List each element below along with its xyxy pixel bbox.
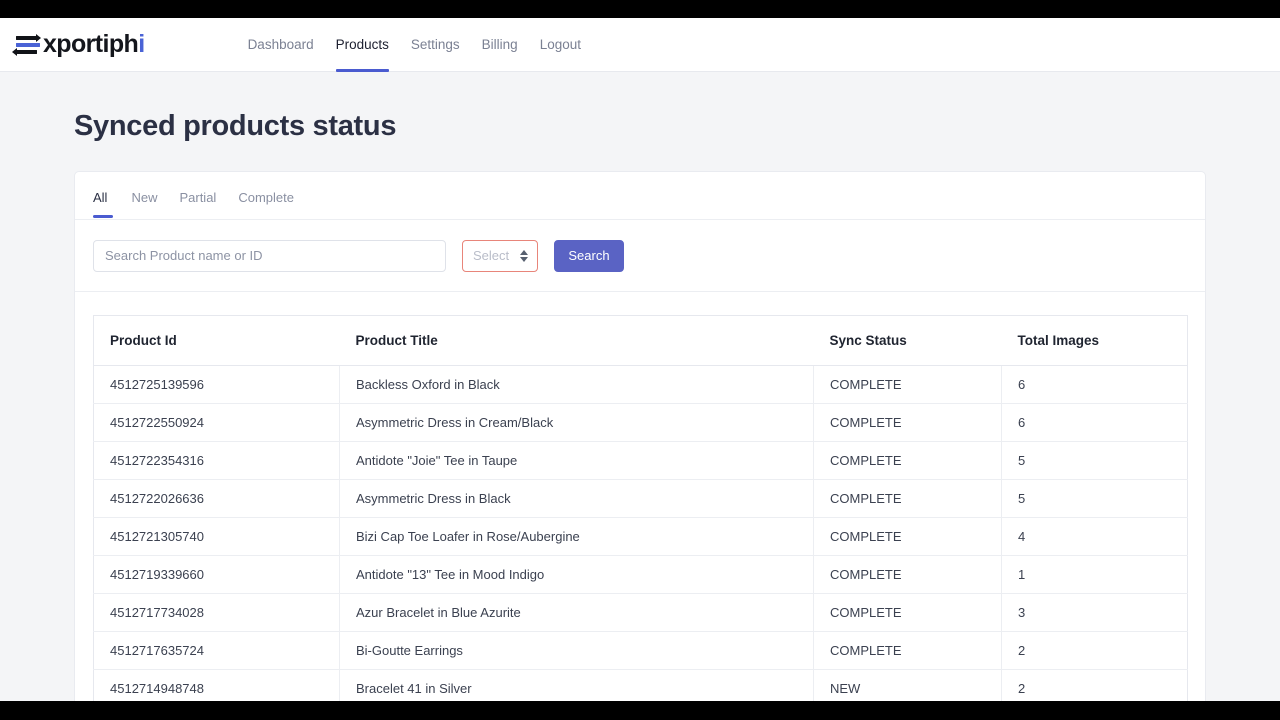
table-row[interactable]: 4512714948748 Bracelet 41 in Silver NEW … [94, 670, 1188, 702]
table-row[interactable]: 4512717734028 Azur Bracelet in Blue Azur… [94, 594, 1188, 632]
tab-partial[interactable]: Partial [168, 172, 227, 220]
table-row[interactable]: 4512722354316 Antidote "Joie" Tee in Tau… [94, 442, 1188, 480]
nav-item-logout[interactable]: Logout [529, 18, 592, 72]
status-filter-tabs: All New Partial Complete [75, 172, 1205, 220]
products-table-area: Product Id Product Title Sync Status Tot… [75, 292, 1205, 701]
cell-sync-status: COMPLETE [814, 480, 1002, 518]
status-select[interactable]: Select [462, 240, 538, 272]
cell-total-images: 2 [1002, 632, 1188, 670]
brand-name-suffix: i [138, 30, 144, 58]
page-content: Synced products status All New Partial C… [0, 110, 1280, 701]
table-row[interactable]: 4512722026636 Asymmetric Dress in Black … [94, 480, 1188, 518]
cell-sync-status: NEW [814, 670, 1002, 702]
table-row[interactable]: 4512725139596 Backless Oxford in Black C… [94, 366, 1188, 404]
column-header-sync-status: Sync Status [814, 316, 1002, 366]
cell-product-id: 4512717734028 [94, 594, 340, 632]
brand-logo[interactable]: xportiphi [16, 18, 145, 72]
top-letterbox-bar [0, 0, 1280, 18]
cell-product-title: Antidote "13" Tee in Mood Indigo [340, 556, 814, 594]
nav-item-label: Dashboard [248, 37, 314, 52]
cell-product-id: 4512722354316 [94, 442, 340, 480]
export-arrows-icon [16, 35, 42, 55]
cell-sync-status: COMPLETE [814, 632, 1002, 670]
cell-sync-status: COMPLETE [814, 594, 1002, 632]
cell-product-id: 4512722550924 [94, 404, 340, 442]
cell-product-title: Bracelet 41 in Silver [340, 670, 814, 702]
nav-item-settings[interactable]: Settings [400, 18, 471, 72]
products-card: All New Partial Complete [74, 171, 1206, 701]
tab-complete[interactable]: Complete [227, 172, 305, 220]
cell-product-id: 4512721305740 [94, 518, 340, 556]
nav-links: Dashboard Products Settings Billing Logo… [237, 18, 592, 72]
cell-total-images: 6 [1002, 404, 1188, 442]
top-navbar: xportiphi Dashboard Products Settings Bi… [0, 18, 1280, 72]
cell-sync-status: COMPLETE [814, 366, 1002, 404]
table-body: 4512725139596 Backless Oxford in Black C… [94, 366, 1188, 702]
cell-product-title: Azur Bracelet in Blue Azurite [340, 594, 814, 632]
table-header-row: Product Id Product Title Sync Status Tot… [94, 316, 1188, 366]
cell-product-title: Antidote "Joie" Tee in Taupe [340, 442, 814, 480]
tab-new[interactable]: New [120, 172, 168, 220]
search-button[interactable]: Search [554, 240, 624, 272]
products-table: Product Id Product Title Sync Status Tot… [93, 315, 1188, 701]
screen: xportiphi Dashboard Products Settings Bi… [0, 0, 1280, 720]
cell-total-images: 5 [1002, 442, 1188, 480]
cell-total-images: 5 [1002, 480, 1188, 518]
cell-product-id: 4512717635724 [94, 632, 340, 670]
brand-name: xportiphi [43, 32, 145, 57]
column-header-product-id: Product Id [94, 316, 340, 366]
table-row[interactable]: 4512722550924 Asymmetric Dress in Cream/… [94, 404, 1188, 442]
nav-item-label: Billing [482, 37, 518, 52]
cell-total-images: 3 [1002, 594, 1188, 632]
table-head: Product Id Product Title Sync Status Tot… [94, 316, 1188, 366]
cell-product-id: 4512714948748 [94, 670, 340, 702]
tab-label: Complete [238, 190, 294, 205]
nav-item-label: Products [336, 37, 389, 52]
cell-product-title: Asymmetric Dress in Black [340, 480, 814, 518]
cell-product-title: Asymmetric Dress in Cream/Black [340, 404, 814, 442]
cell-sync-status: COMPLETE [814, 442, 1002, 480]
cell-product-title: Bizi Cap Toe Loafer in Rose/Aubergine [340, 518, 814, 556]
browser-viewport: xportiphi Dashboard Products Settings Bi… [0, 18, 1280, 701]
cell-product-id: 4512725139596 [94, 366, 340, 404]
cell-total-images: 4 [1002, 518, 1188, 556]
nav-item-label: Settings [411, 37, 460, 52]
table-row[interactable]: 4512719339660 Antidote "13" Tee in Mood … [94, 556, 1188, 594]
bottom-letterbox-bar [0, 701, 1280, 720]
cell-total-images: 6 [1002, 366, 1188, 404]
nav-item-products[interactable]: Products [325, 18, 400, 72]
filter-toolbar: Select Search [75, 220, 1205, 292]
cell-sync-status: COMPLETE [814, 404, 1002, 442]
column-header-total-images: Total Images [1002, 316, 1188, 366]
nav-item-dashboard[interactable]: Dashboard [237, 18, 325, 72]
search-input[interactable] [93, 240, 446, 272]
cell-product-title: Backless Oxford in Black [340, 366, 814, 404]
column-header-product-title: Product Title [340, 316, 814, 366]
brand-name-prefix: xportiph [43, 30, 138, 58]
cell-product-title: Bi-Goutte Earrings [340, 632, 814, 670]
cell-total-images: 2 [1002, 670, 1188, 702]
cell-product-id: 4512719339660 [94, 556, 340, 594]
chevron-updown-icon [520, 250, 528, 262]
table-row[interactable]: 4512717635724 Bi-Goutte Earrings COMPLET… [94, 632, 1188, 670]
tab-all[interactable]: All [93, 172, 120, 220]
page-title: Synced products status [74, 110, 1206, 143]
cell-sync-status: COMPLETE [814, 556, 1002, 594]
table-row[interactable]: 4512721305740 Bizi Cap Toe Loafer in Ros… [94, 518, 1188, 556]
status-select-label: Select [463, 248, 509, 263]
tab-label: All [93, 190, 107, 205]
cell-sync-status: COMPLETE [814, 518, 1002, 556]
cell-product-id: 4512722026636 [94, 480, 340, 518]
cell-total-images: 1 [1002, 556, 1188, 594]
nav-item-label: Logout [540, 37, 581, 52]
nav-item-billing[interactable]: Billing [471, 18, 529, 72]
tab-label: New [131, 190, 157, 205]
tab-label: Partial [179, 190, 216, 205]
